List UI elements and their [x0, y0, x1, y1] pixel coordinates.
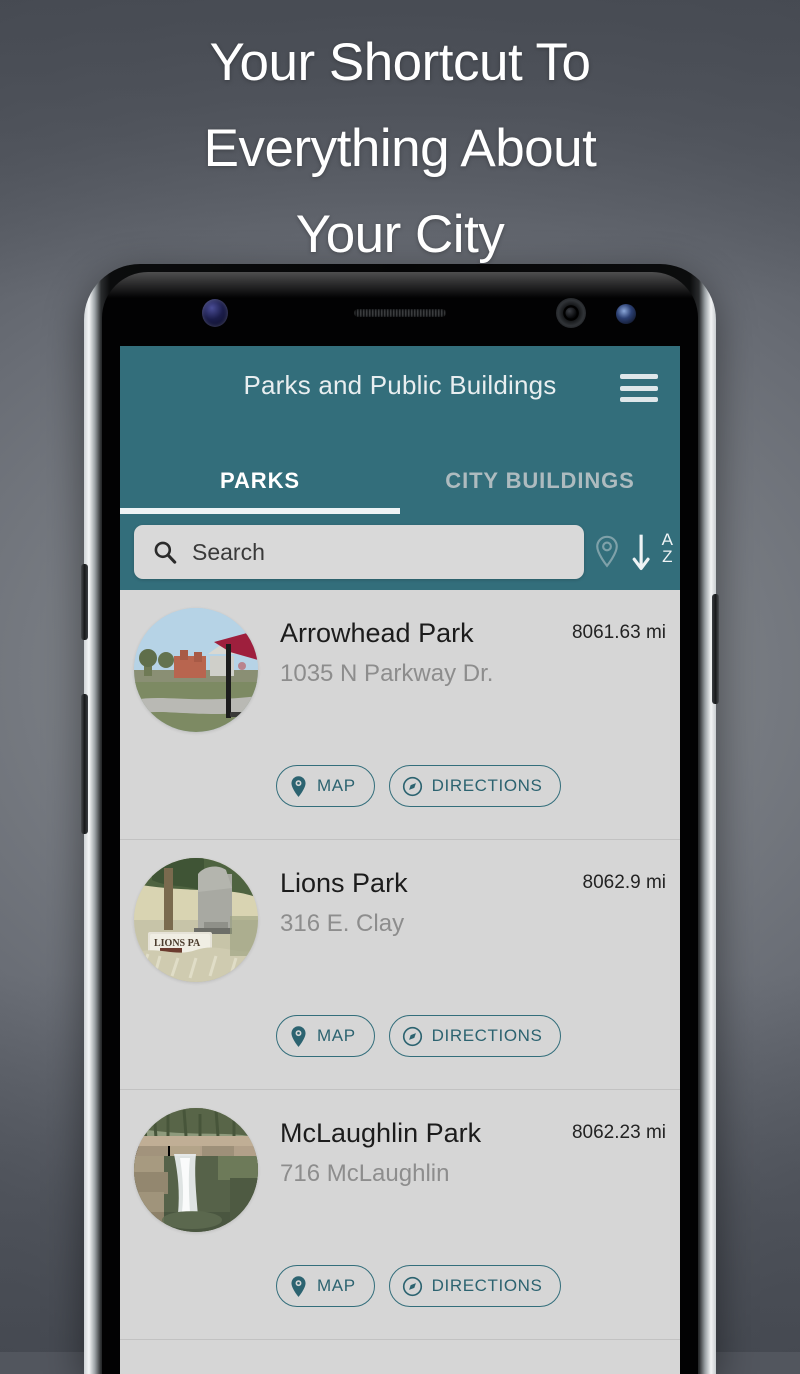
item-title: McLaughlin Park: [280, 1118, 482, 1148]
sort-alpha-az-icon: A Z: [631, 530, 675, 574]
headline-line-2: Everything About: [203, 119, 597, 178]
tab-active-indicator: [120, 508, 400, 514]
compass-navigation-icon: [402, 1276, 423, 1297]
map-pin-icon: [289, 1275, 308, 1298]
sort-alphabetical-button[interactable]: A Z: [630, 525, 676, 579]
map-button[interactable]: MAP: [276, 1015, 375, 1057]
list-item-partial[interactable]: [120, 1340, 680, 1374]
sort-letter-z: Z: [662, 547, 673, 566]
directions-button-label: DIRECTIONS: [431, 776, 543, 795]
directions-button[interactable]: DIRECTIONS: [388, 765, 562, 807]
sort-by-location-button[interactable]: [584, 525, 630, 579]
map-button-label: MAP: [317, 776, 356, 795]
item-address: 716 McLaughlin: [280, 1160, 450, 1187]
volume-rocker-button[interactable]: [81, 694, 88, 834]
map-pin-icon: [289, 1025, 308, 1048]
front-camera-icon: [556, 298, 586, 328]
earpiece-speaker-icon: [354, 309, 446, 317]
phone-glass: Parks and Public Buildings PARKS CITY BU…: [102, 272, 698, 1374]
search-input[interactable]: Search: [134, 525, 584, 579]
app-screen: Parks and Public Buildings PARKS CITY BU…: [120, 346, 680, 1374]
map-button[interactable]: MAP: [276, 765, 375, 807]
tab-city-buildings[interactable]: CITY BUILDINGS: [400, 448, 680, 514]
directions-button-label: DIRECTIONS: [431, 1026, 543, 1045]
parks-list[interactable]: Arrowhead Park 1035 N Parkway Dr. 8061.6…: [120, 590, 680, 1374]
bixby-button[interactable]: [81, 564, 88, 640]
map-button-label: MAP: [317, 1276, 356, 1295]
svg-text:LIONS PA: LIONS PA: [154, 938, 201, 949]
search-icon: [154, 541, 177, 564]
search-row: Search A Z: [120, 514, 680, 590]
item-actions: MAP DIRECTIONS: [276, 1265, 562, 1307]
directions-button[interactable]: DIRECTIONS: [388, 1015, 562, 1057]
hamburger-menu-icon[interactable]: [620, 374, 658, 402]
iris-scanner-icon: [616, 304, 636, 324]
item-actions: MAP DIRECTIONS: [276, 1015, 562, 1057]
map-button-label: MAP: [317, 1026, 356, 1045]
page-title: Parks and Public Buildings: [243, 370, 557, 400]
power-button[interactable]: [712, 594, 719, 704]
proximity-sensor-icon: [202, 299, 228, 327]
avatar: LIONS PA: [134, 858, 258, 982]
item-address: 316 E. Clay: [280, 910, 405, 937]
headline-line-3: Your City: [295, 205, 505, 264]
compass-navigation-icon: [402, 1026, 423, 1047]
item-actions: MAP DIRECTIONS: [276, 765, 562, 807]
search-placeholder-text: Search: [192, 538, 265, 565]
item-distance: 8062.9 mi: [582, 872, 666, 893]
app-bar: Parks and Public Buildings: [120, 346, 680, 448]
list-item[interactable]: Arrowhead Park 1035 N Parkway Dr. 8061.6…: [120, 590, 680, 840]
avatar: [134, 1108, 258, 1232]
phone-mockup: Parks and Public Buildings PARKS CITY BU…: [81, 264, 719, 1374]
location-pin-icon: [593, 535, 621, 569]
directions-button[interactable]: DIRECTIONS: [388, 1265, 562, 1307]
map-button[interactable]: MAP: [276, 1265, 375, 1307]
tab-parks[interactable]: PARKS: [120, 448, 400, 514]
list-item[interactable]: McLaughlin Park 716 McLaughlin 8062.23 m…: [120, 1090, 680, 1340]
promo-headline: Your Shortcut To Everything About Your C…: [0, 20, 800, 278]
tab-bar: PARKS CITY BUILDINGS: [120, 448, 680, 514]
item-distance: 8062.23 mi: [571, 1122, 666, 1143]
item-distance: 8061.63 mi: [571, 622, 666, 643]
phone-top-bezel: [102, 272, 698, 346]
map-pin-icon: [289, 775, 308, 798]
compass-navigation-icon: [402, 776, 423, 797]
list-item[interactable]: LIONS PA Lions Park 316 E. Clay 8062.9 m…: [120, 840, 680, 1090]
avatar: [134, 608, 258, 732]
directions-button-label: DIRECTIONS: [431, 1276, 543, 1295]
item-title: Lions Park: [280, 868, 408, 898]
headline-line-1: Your Shortcut To: [209, 33, 591, 92]
item-address: 1035 N Parkway Dr.: [280, 660, 494, 687]
item-title: Arrowhead Park: [280, 618, 474, 648]
